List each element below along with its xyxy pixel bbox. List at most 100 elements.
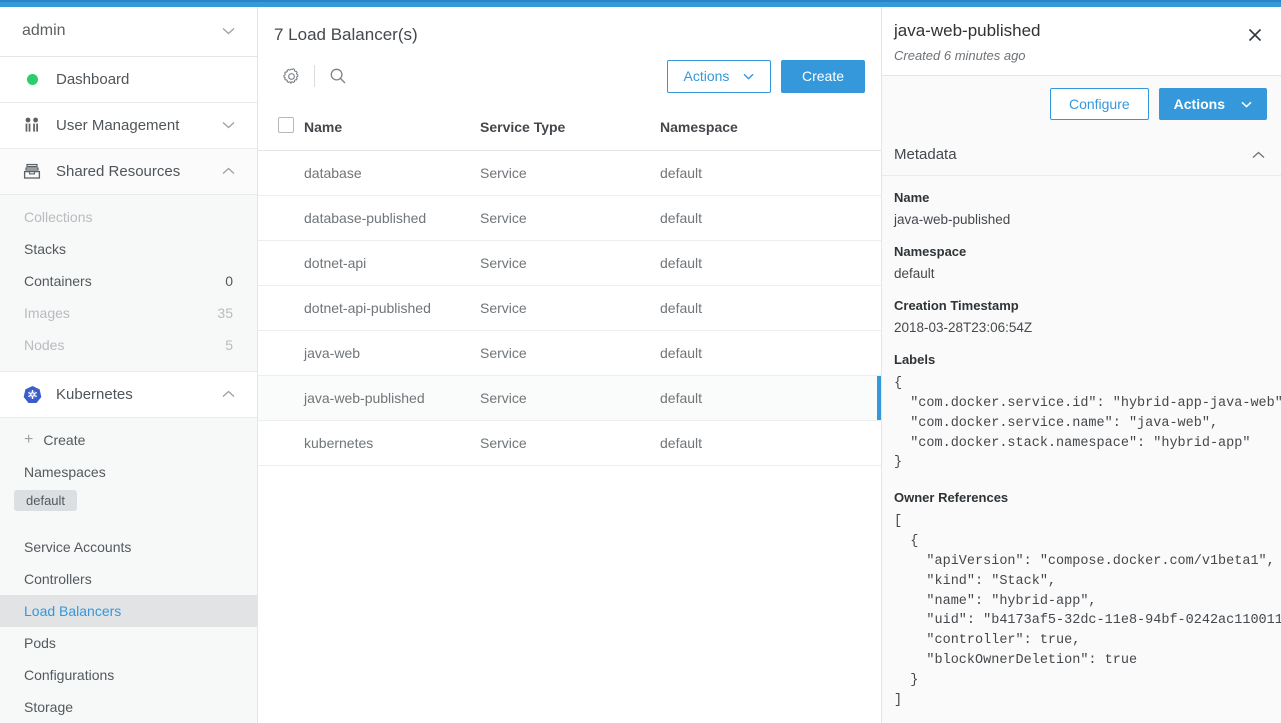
sidebar-item-pods[interactable]: Pods <box>0 627 257 659</box>
field-value-json: { "com.docker.service.id": "hybrid-app-j… <box>894 376 1281 471</box>
row-name: java-web-published <box>304 375 480 421</box>
row-checkbox-cell[interactable] <box>258 240 304 286</box>
sidebar-item-label: Shared Resources <box>56 162 181 180</box>
field-value-json: [ { "apiVersion": "compose.docker.com/v1… <box>894 514 1281 708</box>
configure-button[interactable]: Configure <box>1049 88 1149 120</box>
search-icon[interactable] <box>321 59 355 93</box>
table-row[interactable]: java-web Service default <box>258 330 881 376</box>
panel-actions-button-label: Actions <box>1173 96 1225 112</box>
kubernetes-sublist: + Create Namespaces default Service Acco… <box>0 418 257 723</box>
row-service-type: Service <box>480 240 660 286</box>
row-name: database <box>304 150 480 196</box>
namespace-chip[interactable]: default <box>14 490 78 511</box>
plus-icon: + <box>24 431 34 448</box>
select-all-checkbox[interactable] <box>278 117 294 133</box>
detail-panel: java-web-published Created 6 minutes ago… <box>882 7 1281 723</box>
sidebar-item-service-accounts[interactable]: Service Accounts <box>0 531 257 563</box>
sidebar-item-nodes[interactable]: Nodes 5 <box>0 329 257 361</box>
configure-button-label: Configure <box>1068 96 1130 112</box>
field-label: Namespace <box>894 244 967 259</box>
table-row-selected[interactable]: java-web-published Service default <box>258 375 881 421</box>
sidebar-item-label: Dashboard <box>56 70 130 88</box>
row-namespace: default <box>660 330 881 376</box>
sidebar-item-kubernetes[interactable]: Kubernetes <box>0 371 257 418</box>
row-checkbox-cell[interactable] <box>258 420 304 466</box>
sidebar-item-user-management[interactable]: User Management <box>0 102 257 149</box>
sidebar-item-label: Namespaces <box>24 464 106 480</box>
sidebar-item-load-balancers[interactable]: Load Balancers <box>0 595 257 627</box>
row-name: dotnet-api <box>304 240 480 286</box>
sidebar-item-storage[interactable]: Storage <box>0 691 257 723</box>
row-checkbox-cell[interactable] <box>258 150 304 196</box>
sidebar-item-containers[interactable]: Containers 0 <box>0 265 257 297</box>
field-label: Name <box>894 190 930 205</box>
row-namespace: default <box>660 195 881 241</box>
gear-icon[interactable] <box>274 59 308 93</box>
layers-icon <box>22 163 42 180</box>
column-header-namespace[interactable]: Namespace <box>660 107 881 151</box>
row-namespace: default <box>660 150 881 196</box>
field-namespace: Namespace default <box>894 244 1267 281</box>
sidebar-item-stacks[interactable]: Stacks <box>0 233 257 265</box>
row-checkbox-cell[interactable] <box>258 195 304 241</box>
column-header-name[interactable]: Name <box>304 107 480 151</box>
sidebar-item-label: Storage <box>24 699 74 715</box>
row-service-type: Service <box>480 150 660 196</box>
detail-panel-actions: Configure Actions <box>882 76 1281 132</box>
sidebar-item-label: Kubernetes <box>56 385 133 403</box>
chevron-down-icon <box>743 73 754 80</box>
row-namespace: default <box>660 375 881 421</box>
chevron-up-icon <box>1252 151 1265 159</box>
app-root: admin Dashboard User Management Shared R… <box>0 0 1281 723</box>
users-icon <box>22 117 42 133</box>
sidebar-item-dashboard[interactable]: Dashboard <box>0 56 257 103</box>
metadata-section-header[interactable]: Metadata <box>882 132 1281 176</box>
sidebar-item-namespaces[interactable]: Namespaces <box>0 456 257 488</box>
row-name: dotnet-api-published <box>304 285 480 331</box>
panel-actions-button[interactable]: Actions <box>1158 88 1267 120</box>
sidebar-item-label: Collections <box>24 208 93 225</box>
close-icon[interactable] <box>1243 23 1267 47</box>
sidebar-item-label: Service Accounts <box>24 539 132 555</box>
table-row[interactable]: database-published Service default <box>258 195 881 241</box>
chevron-down-icon <box>222 121 235 129</box>
detail-panel-header: java-web-published Created 6 minutes ago <box>882 7 1281 76</box>
table-row[interactable]: dotnet-api Service default <box>258 240 881 286</box>
chevron-up-icon <box>222 167 235 175</box>
table-row[interactable]: database Service default <box>258 150 881 196</box>
sidebar-item-configurations[interactable]: Configurations <box>0 659 257 691</box>
chevron-up-icon <box>222 390 235 398</box>
detail-panel-subtitle: Created 6 minutes ago <box>894 48 1026 63</box>
row-service-type: Service <box>480 195 660 241</box>
row-service-type: Service <box>480 420 660 466</box>
sidebar-item-k8s-create[interactable]: + Create <box>0 424 257 456</box>
field-creation-timestamp: Creation Timestamp 2018-03-28T23:06:54Z <box>894 298 1267 335</box>
row-checkbox-cell[interactable] <box>258 285 304 331</box>
sidebar-item-collections[interactable]: Collections <box>0 201 257 233</box>
sidebar-item-shared-resources[interactable]: Shared Resources <box>0 148 257 195</box>
field-label: Creation Timestamp <box>894 298 1019 313</box>
actions-button[interactable]: Actions <box>666 59 771 93</box>
sidebar-item-label: Controllers <box>24 571 92 587</box>
field-value: default <box>894 266 935 281</box>
row-service-type: Service <box>480 285 660 331</box>
detail-panel-title: java-web-published <box>894 21 1041 40</box>
sidebar-item-label: Configurations <box>24 667 115 683</box>
row-checkbox-cell[interactable] <box>258 330 304 376</box>
create-button-label: Create <box>801 68 844 84</box>
create-button[interactable]: Create <box>780 59 865 93</box>
row-checkbox-cell[interactable] <box>258 375 304 421</box>
sidebar-item-controllers[interactable]: Controllers <box>0 563 257 595</box>
column-header-service-type[interactable]: Service Type <box>480 107 660 151</box>
row-service-type: Service <box>480 330 660 376</box>
user-menu[interactable]: admin <box>0 7 257 57</box>
sidebar-item-label: Nodes <box>24 336 65 353</box>
table-row[interactable]: dotnet-api-published Service default <box>258 285 881 331</box>
sidebar-item-label: Pods <box>24 635 56 651</box>
shared-resources-sublist: Collections Stacks Containers 0 Images 3… <box>0 194 257 372</box>
top-accent-bar <box>0 0 1281 7</box>
sidebar-item-images[interactable]: Images 35 <box>0 297 257 329</box>
row-namespace: default <box>660 240 881 286</box>
table-row[interactable]: kubernetes Service default <box>258 420 881 466</box>
sidebar-item-label: Load Balancers <box>24 603 122 619</box>
